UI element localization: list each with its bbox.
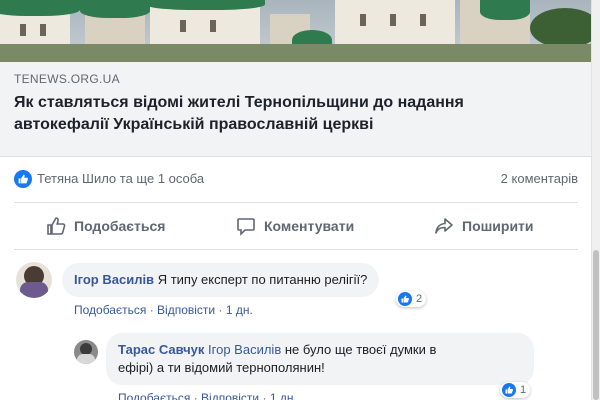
meta-separator: · bbox=[193, 391, 198, 400]
link-title-line-1: Як ставляться відомі жителі Тернопільщин… bbox=[14, 94, 464, 111]
comment-text-line-1: не було ще твоєї думки в bbox=[284, 342, 437, 357]
comment-label: Коментувати bbox=[264, 218, 355, 234]
comment-reaction-count[interactable]: 2 bbox=[396, 291, 427, 307]
comment-author[interactable]: Тарас Савчук bbox=[118, 342, 204, 357]
like-reaction-icon bbox=[502, 383, 516, 397]
reaction-count-value: 2 bbox=[416, 293, 423, 305]
comment-like-link[interactable]: Подобається bbox=[74, 303, 146, 317]
scrollbar[interactable] bbox=[591, 0, 600, 400]
cover-window bbox=[180, 20, 186, 32]
thumbs-up-icon bbox=[47, 217, 66, 235]
share-label: Поширити bbox=[462, 218, 534, 234]
cover-window bbox=[40, 24, 46, 36]
comment-bubble: Ігор Василів Я типу експерт по питанню р… bbox=[62, 263, 380, 297]
link-title-line-2: автокефалії Українській православній цер… bbox=[14, 116, 374, 133]
avatar[interactable] bbox=[16, 262, 52, 298]
cover-window bbox=[360, 14, 366, 26]
link-domain: TENEWS.ORG.UA bbox=[14, 72, 120, 86]
comments-count[interactable]: 2 коментарів bbox=[501, 171, 578, 186]
link-preview-image[interactable] bbox=[0, 0, 592, 62]
comment-text-line-2: ефірі) а ти відомий тернополянин! bbox=[118, 360, 325, 375]
action-bar: Подобається Коментувати Поширити bbox=[0, 205, 592, 247]
comment-reaction-count[interactable]: 1 bbox=[500, 382, 531, 398]
divider bbox=[14, 202, 578, 203]
comment-text: Я типу експерт по питанню релігії? bbox=[157, 272, 368, 287]
cover-dome bbox=[480, 0, 530, 20]
cover-dome bbox=[145, 0, 265, 10]
like-label: Подобається bbox=[74, 218, 166, 234]
comment-timestamp[interactable]: 1 дн. bbox=[226, 303, 253, 317]
comment-author[interactable]: Ігор Василів bbox=[74, 272, 154, 287]
comment-meta: Подобається · Відповісти · 1 дн. bbox=[118, 391, 297, 400]
scrollbar-thumb[interactable] bbox=[593, 250, 599, 400]
comment-like-link[interactable]: Подобається bbox=[118, 391, 190, 400]
like-reaction-icon bbox=[398, 292, 412, 306]
link-title[interactable]: Як ставляться відомі жителі Тернопільщин… bbox=[14, 92, 574, 136]
avatar-photo bbox=[77, 354, 95, 364]
avatar[interactable] bbox=[74, 340, 98, 364]
comment-reply-link[interactable]: Відповісти bbox=[157, 303, 215, 317]
comment-icon bbox=[237, 218, 255, 236]
cover-dome bbox=[80, 0, 150, 18]
cover-ground bbox=[0, 44, 592, 62]
comment-button[interactable]: Коментувати bbox=[236, 205, 354, 247]
reactors-text[interactable]: Тетяна Шило та ще 1 особа bbox=[37, 171, 204, 186]
comment-reply-link[interactable]: Відповісти bbox=[201, 391, 259, 400]
meta-separator: · bbox=[262, 391, 267, 400]
comment-timestamp[interactable]: 1 дн. bbox=[270, 391, 297, 400]
share-icon bbox=[435, 218, 453, 234]
reaction-count-value: 1 bbox=[520, 384, 527, 396]
link-preview[interactable]: TENEWS.ORG.UA Як ставляться відомі жител… bbox=[0, 62, 592, 157]
comment-meta: Подобається · Відповісти · 1 дн. bbox=[74, 303, 253, 317]
divider bbox=[14, 249, 578, 250]
avatar-photo bbox=[20, 282, 48, 298]
post-card: TENEWS.ORG.UA Як ставляться відомі жител… bbox=[0, 0, 593, 400]
like-button[interactable]: Подобається bbox=[46, 205, 165, 247]
cover-window bbox=[20, 24, 26, 36]
cover-window bbox=[390, 14, 396, 26]
share-button[interactable]: Поширити bbox=[434, 205, 534, 247]
meta-separator: · bbox=[149, 303, 154, 317]
comment-mention[interactable]: Ігор Василів bbox=[208, 342, 281, 357]
cover-dome bbox=[0, 0, 80, 16]
cover-tree bbox=[530, 8, 592, 48]
cover-window bbox=[420, 14, 426, 26]
cover-window bbox=[210, 20, 216, 32]
reactions-summary: Тетяна Шило та ще 1 особа 2 коментарів bbox=[0, 156, 592, 200]
like-reaction-icon[interactable] bbox=[14, 170, 32, 188]
comment-bubble: Тарас Савчук Ігор Василів не було ще тво… bbox=[106, 333, 534, 385]
meta-separator: · bbox=[218, 303, 223, 317]
